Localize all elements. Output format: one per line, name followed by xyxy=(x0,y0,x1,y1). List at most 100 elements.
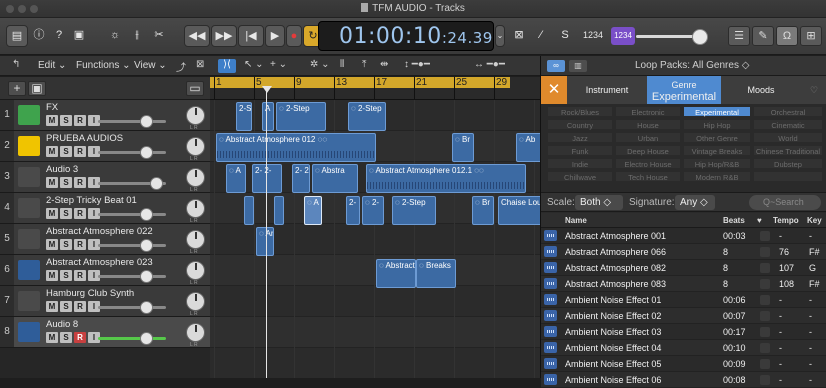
keyword-button[interactable]: Electronic xyxy=(615,106,681,117)
region[interactable]: ◌ Abstra xyxy=(312,164,358,193)
region[interactable]: ◌ A xyxy=(226,164,246,193)
solo-button[interactable]: S xyxy=(60,146,72,157)
record-enable-button[interactable]: R xyxy=(74,177,86,188)
master-volume-knob[interactable] xyxy=(692,29,708,45)
editors-icon[interactable]: ✂ xyxy=(150,25,168,47)
view-menu[interactable]: View ⌄ xyxy=(134,60,167,71)
track-header[interactable]: 4 2-Step Tricky Beat 01 M S R I L R xyxy=(0,193,210,224)
keyword-button[interactable]: Hip Hop xyxy=(683,119,751,130)
track-header[interactable]: 3 Audio 3MSRIL R xyxy=(0,162,210,193)
global-tracks-icon[interactable]: ▭ xyxy=(186,81,204,96)
solo-button[interactable]: S xyxy=(60,270,72,281)
volume-fader[interactable] xyxy=(98,275,166,278)
track-lane[interactable] xyxy=(210,255,540,286)
track-header[interactable]: 2 PRUEBA AUDIOS M S R I L R xyxy=(0,131,210,162)
fit-horizontal-icon[interactable]: ⇹ xyxy=(380,59,388,73)
column-favorite[interactable]: ♥ xyxy=(757,216,762,225)
rewind-button[interactable]: ◀◀ xyxy=(184,25,210,47)
track-name[interactable]: Abstract Atmosphere 022 xyxy=(46,226,153,237)
track-lane[interactable] xyxy=(210,317,540,348)
column-tempo[interactable]: Tempo xyxy=(773,216,799,225)
solo-button[interactable]: S xyxy=(60,239,72,250)
region[interactable]: 2- 2- xyxy=(252,164,282,193)
loop-result-row[interactable]: Ambient Noise Effect 05 00:09 - - xyxy=(541,356,826,372)
record-enable-button[interactable]: R xyxy=(74,239,86,250)
record-enable-button[interactable]: R xyxy=(74,332,86,343)
command-tool-icon[interactable]: + ⌄ xyxy=(270,59,287,73)
loop-result-row[interactable]: Ambient Noise Effect 03 00:17 - - xyxy=(541,324,826,340)
tracks-workspace[interactable]: 2-S A ◌ 2-Step ◌ 2-Step ◌ Abstract Atmos… xyxy=(210,100,540,378)
solo-button[interactable]: S xyxy=(60,332,72,343)
keyword-button[interactable]: Urban xyxy=(615,132,681,143)
music-note-icon[interactable] xyxy=(18,105,40,125)
region[interactable]: 2- 2- xyxy=(292,164,310,193)
signature-select[interactable]: Any ◇ xyxy=(675,195,715,210)
keyword-button[interactable]: World xyxy=(753,132,823,143)
region[interactable]: ◌ 2-Step xyxy=(392,196,436,225)
region[interactable]: ◌ Br xyxy=(452,133,474,162)
solo-icon[interactable]: S xyxy=(556,25,574,47)
favorite-checkbox[interactable] xyxy=(760,327,770,337)
pan-knob[interactable] xyxy=(186,323,205,342)
loop-browser-icon[interactable]: Ω xyxy=(776,26,798,46)
waveform-icon[interactable] xyxy=(18,167,40,187)
loop-result-row[interactable]: Abstract Atmosphere 082 8 107 G xyxy=(541,260,826,276)
track-name[interactable]: Audio 8 xyxy=(46,319,78,330)
region[interactable]: ◌ Br xyxy=(472,196,494,225)
favorite-checkbox[interactable] xyxy=(760,231,770,241)
lcd-mode-chevron-icon[interactable]: ⌄ xyxy=(495,25,505,47)
mute-button[interactable]: M xyxy=(46,301,58,312)
region[interactable] xyxy=(274,196,284,225)
waveform-icon[interactable] xyxy=(18,322,40,342)
keyboard-icon[interactable] xyxy=(18,291,40,311)
keyword-button[interactable]: Hip Hop/R&B xyxy=(683,158,751,169)
region[interactable]: ◌ An xyxy=(256,227,274,256)
pointer-tool-icon[interactable]: ↖ ⌄ xyxy=(244,59,264,73)
fit-vertical-icon[interactable]: ⤒ xyxy=(362,59,366,73)
playhead[interactable] xyxy=(266,86,267,378)
pan-knob[interactable] xyxy=(186,168,205,187)
waveform-icon[interactable] xyxy=(18,198,40,218)
volume-fader-knob[interactable] xyxy=(140,239,153,252)
horizontal-zoom-slider[interactable]: ↔ ━●━ xyxy=(474,59,505,73)
metronome-icon[interactable] xyxy=(18,136,40,156)
replace-icon[interactable]: ⊠ xyxy=(510,25,528,47)
keyword-button[interactable]: Indie xyxy=(547,158,613,169)
mute-button[interactable]: M xyxy=(46,270,58,281)
region[interactable]: ◌ Abstract Atmosphere 012 ◌◌ xyxy=(216,133,376,162)
loop-search-input[interactable]: Q~Search xyxy=(749,195,821,210)
inspector-icon[interactable]: ⓘ xyxy=(30,25,48,47)
keyword-button[interactable] xyxy=(753,171,823,182)
list-editors-icon[interactable]: ☰ xyxy=(728,26,750,46)
keyword-button[interactable]: Country xyxy=(547,119,613,130)
region[interactable]: ◌ Breaks xyxy=(416,259,456,288)
keyword-button[interactable]: Rock/Blues xyxy=(547,106,613,117)
loops-tab-icon[interactable]: ∞ xyxy=(547,60,565,72)
keyword-button[interactable]: Funk xyxy=(547,145,613,156)
browsers-icon[interactable]: ⊞ xyxy=(800,26,822,46)
track-stack-icon[interactable]: ▣ xyxy=(28,81,46,96)
track-header[interactable]: 8 Audio 8 MSRI L R xyxy=(0,317,210,348)
waveform-zoom-icon[interactable]: ⫴ xyxy=(340,59,344,73)
keyword-button[interactable]: Orchestral xyxy=(753,106,823,117)
column-beats[interactable]: Beats xyxy=(723,216,745,225)
keyword-button[interactable]: House xyxy=(615,119,681,130)
loop-packs-selector[interactable]: Loop Packs: All Genres ◇ xyxy=(635,60,749,71)
scale-select[interactable]: Both ◇ xyxy=(575,195,623,210)
volume-fader-knob[interactable] xyxy=(140,115,153,128)
region[interactable]: A xyxy=(262,102,274,131)
record-enable-button[interactable]: R xyxy=(74,146,86,157)
keyword-button[interactable]: Chillwave xyxy=(547,171,613,182)
region[interactable]: ◌ Ab xyxy=(516,133,540,162)
column-key[interactable]: Key xyxy=(807,216,822,225)
favorites-heart-icon[interactable]: ♡ xyxy=(803,76,825,104)
loop-result-row[interactable]: Abstract Atmosphere 083 8 108 F# xyxy=(541,276,826,292)
keyword-button[interactable]: Dubstep xyxy=(753,158,823,169)
ruler[interactable]: 1 5 9 13 17 21 25 29 xyxy=(210,77,540,100)
volume-fader-knob[interactable] xyxy=(140,270,153,283)
edit-menu[interactable]: Edit ⌄ xyxy=(38,60,66,71)
keyword-button[interactable]: Other Genre xyxy=(683,132,751,143)
favorite-checkbox[interactable] xyxy=(760,263,770,273)
keyword-button[interactable]: Vintage Breaks xyxy=(683,145,751,156)
volume-fader-knob[interactable] xyxy=(150,177,163,190)
